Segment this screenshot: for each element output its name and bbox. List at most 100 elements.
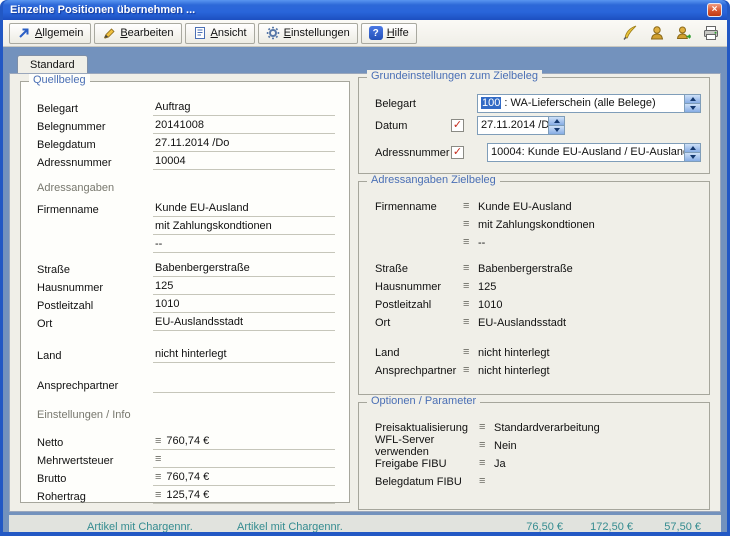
spin-down-icon[interactable]	[549, 125, 564, 134]
field-row-brutto: Brutto ≡760,74 €	[37, 468, 335, 486]
field-row: ≡ mit Zahlungskondtionen	[375, 216, 701, 233]
button-label: Ansicht	[211, 27, 247, 39]
button-label: Einstellungen	[284, 27, 350, 39]
field-row-land: Land nicht hinterlegt	[37, 345, 335, 363]
field-row-belegart: Belegart Auftrag	[37, 98, 335, 116]
field-row-strasse: Straße Babenbergerstraße	[37, 259, 335, 277]
grid-cell-amount: 57,50 €	[664, 521, 701, 532]
field-row-hausnummer: Hausnummer ≡ 125	[375, 278, 701, 295]
field-label: Belegart	[37, 103, 153, 116]
field-row-ort: Ort ≡ EU-Auslandsstadt	[375, 314, 701, 331]
field-row-freigabe-fibu: Freigabe FIBU ≡ Ja	[375, 455, 701, 472]
toolbar-right-icons	[620, 23, 721, 43]
mapping-icon: ≡	[479, 476, 494, 487]
gear-icon	[266, 26, 280, 40]
mapping-icon: ≡	[479, 422, 494, 433]
pencil-icon	[102, 26, 116, 40]
section-label-einstellungen-info: Einstellungen / Info	[37, 409, 335, 426]
field-row-belegdatum-fibu: Belegdatum FIBU ≡	[375, 473, 701, 490]
mapping-icon: ≡	[463, 263, 478, 274]
user-icon[interactable]	[647, 23, 667, 43]
help-icon: ?	[369, 26, 383, 40]
ansicht-button[interactable]: Ansicht	[185, 23, 255, 44]
field-row-belegnummer: Belegnummer 20141008	[37, 116, 335, 134]
field-row-wfl-server: WFL-Server verwenden ≡ Nein	[375, 437, 701, 454]
field-row-ansprechpartner: Ansprechpartner	[37, 375, 335, 393]
spin-up-icon[interactable]	[549, 117, 564, 125]
field-row-firmenname: Firmenname ≡ Kunde EU-Ausland	[375, 198, 701, 215]
field-row-postleitzahl: Postleitzahl 1010	[37, 295, 335, 313]
button-label: Hilfe	[387, 27, 409, 39]
spin-down-icon[interactable]	[685, 152, 700, 161]
field-row-hausnummer: Hausnummer 125	[37, 277, 335, 295]
grid-cell-text: Artikel mit Chargennr.	[237, 521, 343, 532]
grid-cell-amount: 172,50 €	[590, 521, 633, 532]
bearbeiten-button[interactable]: Bearbeiten	[94, 23, 181, 44]
field-row: --	[37, 235, 335, 253]
clipped-grid-row: Artikel mit Chargennr. Artikel mit Charg…	[9, 515, 721, 532]
mapping-icon: ≡	[463, 219, 478, 230]
document-icon	[193, 26, 207, 40]
field-row-land: Land ≡ nicht hinterlegt	[375, 344, 701, 361]
mapping-icon: ≡	[155, 454, 161, 465]
mapping-icon: ≡	[463, 237, 478, 248]
groupbox-title-quellbeleg: Quellbeleg	[29, 74, 90, 86]
toolbar: Allgemein Bearbeiten Ansicht Einstellung…	[3, 20, 727, 47]
field-row: ≡ --	[375, 234, 701, 251]
spin-up-icon[interactable]	[685, 144, 700, 152]
ziel-belegart-row: Belegart 100 : WA-Lieferschein (alle Bel…	[375, 94, 701, 113]
optionen-groupbox: Optionen / Parameter Preisaktualisierung…	[358, 402, 710, 510]
hilfe-button[interactable]: ? Hilfe	[361, 23, 417, 44]
field-row-adressnummer: Adressnummer 10004	[37, 152, 335, 170]
printer-icon[interactable]	[701, 23, 721, 43]
field-row-ansprechpartner: Ansprechpartner ≡ nicht hinterlegt	[375, 362, 701, 379]
datum-checkbox[interactable]: ✓	[451, 119, 464, 132]
spinner-buttons[interactable]	[684, 144, 700, 161]
allgemein-button[interactable]: Allgemein	[9, 23, 91, 44]
field-value: Auftrag	[153, 101, 335, 116]
grid-cell-text: Artikel mit Chargennr.	[87, 521, 193, 532]
field-row: mit Zahlungskondtionen	[37, 217, 335, 235]
mapping-icon: ≡	[463, 299, 478, 310]
field-row-rohertrag: Rohertrag ≡125,74 €	[37, 486, 335, 504]
mapping-icon: ≡	[155, 472, 161, 483]
button-label: Allgemein	[35, 27, 83, 39]
ziel-adressnummer-row: Adressnummer ✓ 10004: Kunde EU-Ausland /…	[375, 143, 701, 162]
groupbox-title-optionen: Optionen / Parameter	[367, 395, 480, 407]
field-row-belegdatum: Belegdatum 27.11.2014 /Do	[37, 134, 335, 152]
adressnummer-dropdown[interactable]: 10004: Kunde EU-Ausland / EU-Auslandssta…	[487, 143, 701, 162]
mapping-icon: ≡	[155, 490, 161, 501]
einstellungen-button[interactable]: Einstellungen	[258, 23, 358, 44]
spin-up-icon[interactable]	[685, 95, 700, 103]
field-row-strasse: Straße ≡ Babenbergerstraße	[375, 260, 701, 277]
spinner-buttons[interactable]	[548, 117, 564, 134]
user-switch-icon[interactable]	[674, 23, 694, 43]
titlebar[interactable]: Einzelne Positionen übernehmen ... ×	[3, 0, 727, 20]
arrow-ne-icon	[17, 26, 31, 40]
mapping-icon: ≡	[463, 365, 478, 376]
mapping-icon: ≡	[155, 436, 161, 447]
window-title: Einzelne Positionen übernehmen ...	[10, 4, 707, 16]
mapping-icon: ≡	[463, 347, 478, 358]
groupbox-title-adressangaben-ziel: Adressangaben Zielbeleg	[367, 174, 500, 186]
tab-content: Quellbeleg Belegart Auftrag Belegnummer …	[9, 73, 721, 512]
field-row-netto: Netto ≡760,74 €	[37, 432, 335, 450]
section-label-adressangaben: Adressangaben	[37, 182, 335, 199]
tab-strip: Standard	[9, 52, 721, 73]
tab-page-area: Standard Quellbeleg Belegart Auftrag Bel…	[3, 47, 727, 532]
field-row-mehrwertsteuer: Mehrwertsteuer ≡	[37, 450, 335, 468]
spin-down-icon[interactable]	[685, 103, 700, 112]
spinner-buttons[interactable]	[684, 95, 700, 112]
field-row-firmenname: Firmenname Kunde EU-Ausland	[37, 199, 335, 217]
adressangaben-ziel-groupbox: Adressangaben Zielbeleg Firmenname ≡ Kun…	[358, 181, 710, 395]
belegart-dropdown[interactable]: 100 : WA-Lieferschein (alle Belege)	[477, 94, 701, 113]
quill-icon[interactable]	[620, 23, 640, 43]
datum-dropdown[interactable]: 27.11.2014 /Do	[477, 116, 565, 135]
close-icon: ×	[712, 4, 718, 15]
close-button[interactable]: ×	[707, 3, 722, 17]
dialog-window: Einzelne Positionen übernehmen ... × All…	[0, 0, 730, 536]
adressnummer-checkbox[interactable]: ✓	[451, 146, 464, 159]
ziel-datum-row: Datum ✓ 27.11.2014 /Do	[375, 116, 701, 135]
grid-cell-amount: 76,50 €	[526, 521, 563, 532]
tab-standard[interactable]: Standard	[17, 55, 88, 73]
